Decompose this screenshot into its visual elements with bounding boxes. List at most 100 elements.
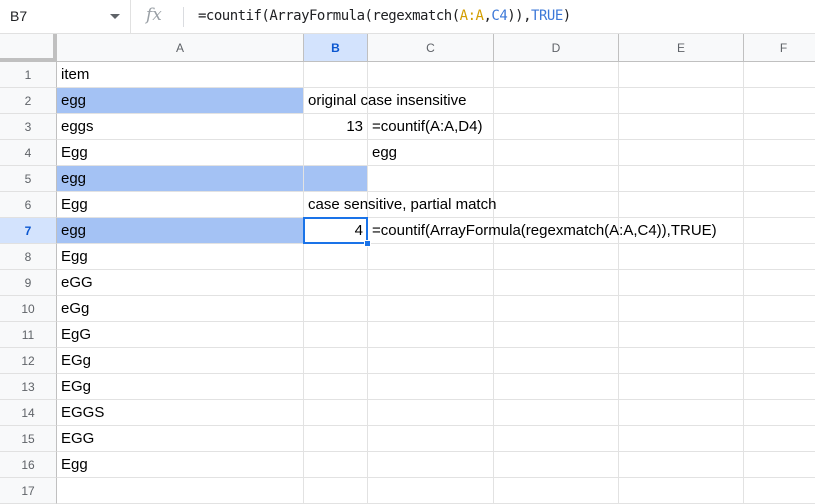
cell-b5[interactable]: [304, 166, 368, 192]
cell-d5[interactable]: [494, 166, 619, 192]
cell-e11[interactable]: [619, 322, 744, 348]
cell-d2[interactable]: [494, 88, 619, 114]
cell-f2[interactable]: [744, 88, 815, 114]
cell-a13[interactable]: EGg: [57, 374, 304, 400]
cell-a7[interactable]: egg: [57, 218, 304, 244]
cell-b9[interactable]: [304, 270, 368, 296]
cell-d17[interactable]: [494, 478, 619, 504]
column-header-f[interactable]: F: [744, 34, 815, 62]
cell-a3[interactable]: eggs: [57, 114, 304, 140]
cell-f6[interactable]: [744, 192, 815, 218]
row-header[interactable]: 6: [0, 192, 57, 218]
cell-e9[interactable]: [619, 270, 744, 296]
cell-a16[interactable]: Egg: [57, 452, 304, 478]
row-header[interactable]: 5: [0, 166, 57, 192]
cell-d16[interactable]: [494, 452, 619, 478]
cell-e16[interactable]: [619, 452, 744, 478]
cell-e2[interactable]: [619, 88, 744, 114]
cell-d1[interactable]: [494, 62, 619, 88]
cell-f5[interactable]: [744, 166, 815, 192]
cell-b7[interactable]: 4: [304, 218, 368, 244]
cell-f16[interactable]: [744, 452, 815, 478]
column-header-a[interactable]: A: [57, 34, 304, 62]
cell-a9[interactable]: eGG: [57, 270, 304, 296]
column-header-e[interactable]: E: [619, 34, 744, 62]
cell-b8[interactable]: [304, 244, 368, 270]
cell-e1[interactable]: [619, 62, 744, 88]
cell-f9[interactable]: [744, 270, 815, 296]
cell-c5[interactable]: [368, 166, 494, 192]
cell-f10[interactable]: [744, 296, 815, 322]
cell-f12[interactable]: [744, 348, 815, 374]
cell-d13[interactable]: [494, 374, 619, 400]
cell-e3[interactable]: [619, 114, 744, 140]
cell-a5[interactable]: egg: [57, 166, 304, 192]
cell-b10[interactable]: [304, 296, 368, 322]
cell-c16[interactable]: [368, 452, 494, 478]
row-header[interactable]: 14: [0, 400, 57, 426]
cell-c14[interactable]: [368, 400, 494, 426]
row-header[interactable]: 16: [0, 452, 57, 478]
cell-f1[interactable]: [744, 62, 815, 88]
cell-a11[interactable]: EgG: [57, 322, 304, 348]
name-box[interactable]: B7: [0, 0, 131, 33]
cell-a1[interactable]: item: [57, 62, 304, 88]
cell-c1[interactable]: [368, 62, 494, 88]
cell-b17[interactable]: [304, 478, 368, 504]
cell-d11[interactable]: [494, 322, 619, 348]
cell-b12[interactable]: [304, 348, 368, 374]
cell-c12[interactable]: [368, 348, 494, 374]
cell-d10[interactable]: [494, 296, 619, 322]
select-all-corner[interactable]: [0, 34, 57, 62]
column-header-b[interactable]: B: [304, 34, 368, 62]
cell-d12[interactable]: [494, 348, 619, 374]
cell-e12[interactable]: [619, 348, 744, 374]
row-header[interactable]: 17: [0, 478, 57, 504]
cell-e5[interactable]: [619, 166, 744, 192]
cell-a14[interactable]: EGGS: [57, 400, 304, 426]
cell-d6[interactable]: [494, 192, 619, 218]
cell-a17[interactable]: [57, 478, 304, 504]
cell-f11[interactable]: [744, 322, 815, 348]
row-header[interactable]: 12: [0, 348, 57, 374]
cell-a2[interactable]: egg: [57, 88, 304, 114]
cell-c10[interactable]: [368, 296, 494, 322]
cell-f4[interactable]: [744, 140, 815, 166]
cell-c8[interactable]: [368, 244, 494, 270]
cell-d14[interactable]: [494, 400, 619, 426]
cell-e6[interactable]: [619, 192, 744, 218]
cell-a8[interactable]: Egg: [57, 244, 304, 270]
cell-f13[interactable]: [744, 374, 815, 400]
cell-e10[interactable]: [619, 296, 744, 322]
cell-f17[interactable]: [744, 478, 815, 504]
cell-a15[interactable]: EGG: [57, 426, 304, 452]
cell-f15[interactable]: [744, 426, 815, 452]
cell-c3[interactable]: =countif(A:A,D4): [368, 114, 494, 140]
row-header[interactable]: 2: [0, 88, 57, 114]
cell-b16[interactable]: [304, 452, 368, 478]
cell-a12[interactable]: EGg: [57, 348, 304, 374]
chevron-down-icon[interactable]: [110, 14, 120, 19]
cell-c13[interactable]: [368, 374, 494, 400]
cell-b14[interactable]: [304, 400, 368, 426]
cell-d4[interactable]: [494, 140, 619, 166]
cell-b11[interactable]: [304, 322, 368, 348]
cell-e15[interactable]: [619, 426, 744, 452]
cell-c11[interactable]: [368, 322, 494, 348]
cell-c4[interactable]: egg: [368, 140, 494, 166]
cell-c17[interactable]: [368, 478, 494, 504]
cell-f3[interactable]: [744, 114, 815, 140]
formula-input[interactable]: =countif(ArrayFormula(regexmatch(A:A,C4)…: [198, 8, 571, 24]
cell-e8[interactable]: [619, 244, 744, 270]
row-header[interactable]: 13: [0, 374, 57, 400]
row-header[interactable]: 4: [0, 140, 57, 166]
cell-b1[interactable]: [304, 62, 368, 88]
cell-c9[interactable]: [368, 270, 494, 296]
cell-e17[interactable]: [619, 478, 744, 504]
cell-b2[interactable]: original case insensitive: [304, 88, 466, 114]
cell-f8[interactable]: [744, 244, 815, 270]
cell-c7[interactable]: =countif(ArrayFormula(regexmatch(A:A,C4)…: [368, 218, 717, 244]
row-header[interactable]: 15: [0, 426, 57, 452]
cell-f7[interactable]: [744, 218, 815, 244]
cell-b13[interactable]: [304, 374, 368, 400]
